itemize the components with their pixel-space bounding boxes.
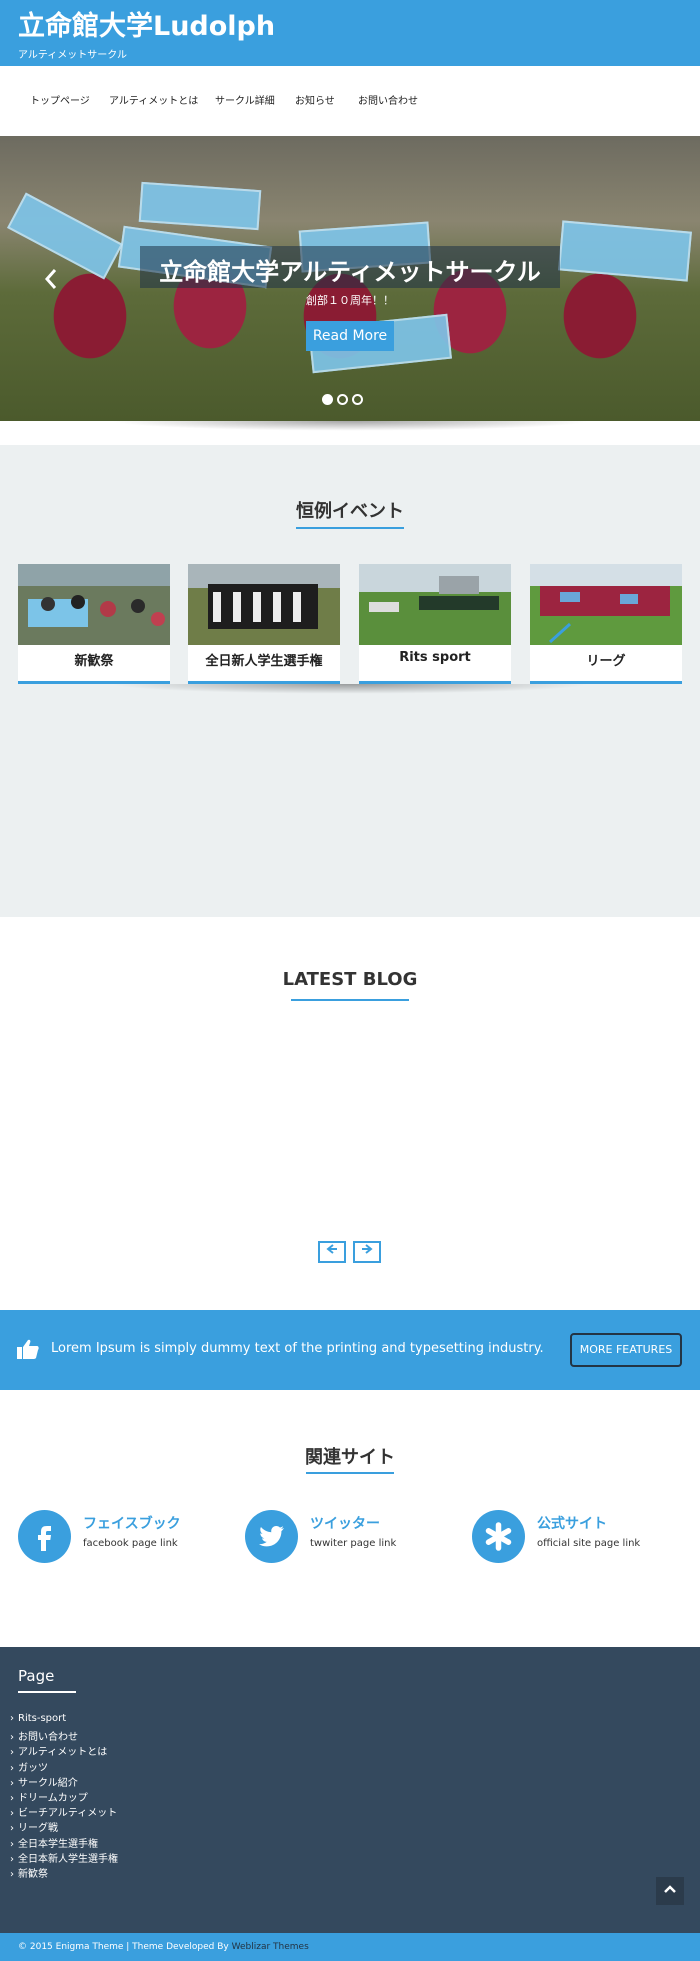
footer-link[interactable]: Rits-sport [10,1713,118,1728]
related-item-twitter[interactable]: ツイッター twwiter page link [245,1510,465,1570]
section-shadow [0,421,700,445]
hero-title: 立命館大学アルティメットサークル [159,258,541,286]
footer-link[interactable]: 全日本新人学生選手権 [10,1850,118,1865]
hero-subtitle: 創部１０周年！！ [306,294,394,307]
event-label: 全日新人学生選手権 [205,654,323,669]
cards-shadow [0,684,700,708]
thumbs-up-icon [17,1339,39,1359]
slider-dot[interactable] [337,394,348,405]
events-title: 恒例イベント [296,501,404,522]
footer-link[interactable]: 新歓祭 [10,1865,118,1880]
related-name[interactable]: 公式サイト [537,1513,607,1533]
facebook-icon[interactable] [18,1510,71,1563]
related-name[interactable]: ツイッター [310,1513,380,1533]
blog-section: LATEST BLOG [0,917,700,1310]
footer-link[interactable]: サークル紹介 [10,1774,118,1789]
main-nav: トップページ アルティメットとは サークル詳細 お知らせ お問い合わせ [0,66,700,136]
footer-title: Page [18,1667,55,1685]
footer-link[interactable]: 全日本学生選手権 [10,1835,118,1850]
blog-title-underline [291,999,409,1001]
arrow-left-icon[interactable] [318,1241,346,1263]
nav-item-news[interactable]: お知らせ [285,86,345,113]
footer-link[interactable]: ビーチアルティメット [10,1804,118,1819]
twitter-icon[interactable] [245,1510,298,1563]
site-header: 立命館大学Ludolph アルティメットサークル [0,0,700,66]
copyright: © 2015 Enigma Theme | Theme Developed By… [18,1942,309,1952]
event-photo [530,564,682,645]
arrow-right-icon[interactable] [353,1241,381,1263]
nav-item-about-ultimate[interactable]: アルティメットとは [99,86,208,113]
more-features-button[interactable]: MORE FEATURES [570,1333,682,1367]
slider-dot[interactable] [322,394,333,405]
cta-bar: Lorem Ipsum is simply dummy text of the … [0,1310,700,1390]
event-card[interactable]: 全日新人学生選手権 [188,564,340,684]
nav-item-circle-details[interactable]: サークル詳細 [205,86,285,113]
footer-link[interactable]: お問い合わせ [10,1728,118,1743]
nav-item-top[interactable]: トップページ [20,86,100,113]
event-photo [188,564,340,645]
cta-text: Lorem Ipsum is simply dummy text of the … [51,1341,544,1356]
footer-title-underline [18,1691,76,1693]
related-name[interactable]: フェイスブック [83,1513,181,1533]
blog-title: LATEST BLOG [282,969,418,990]
footer-link[interactable]: リーグ戦 [10,1819,118,1834]
event-photo [18,564,170,645]
related-desc: official site page link [537,1538,641,1549]
chevron-left-icon[interactable] [44,268,58,296]
hero-slider: 立命館大学アルティメットサークル 創部１０周年！！ Read More [0,136,700,421]
event-label: Rits sport [399,650,471,665]
event-label: リーグ [586,654,626,669]
footer-link[interactable]: ガッツ [10,1759,118,1774]
related-sites-section: 関連サイト フェイスブック facebook page link ツイッター t… [0,1390,700,1647]
footer-links: Rits-sport お問い合わせ アルティメットとは ガッツ サークル紹介 ド… [10,1713,118,1880]
event-photo [359,564,511,645]
site-title[interactable]: 立命館大学Ludolph [18,4,275,43]
slider-dots [322,390,367,409]
related-title: 関連サイト [305,1447,395,1468]
related-item-official[interactable]: 公式サイト official site page link [472,1510,692,1570]
copyright-bar: © 2015 Enigma Theme | Theme Developed By… [0,1933,700,1961]
footer-link[interactable]: アルティメットとは [10,1743,118,1758]
site-footer: Page Rits-sport お問い合わせ アルティメットとは ガッツ サーク… [0,1647,700,1933]
nav-item-contact[interactable]: お問い合わせ [348,86,428,113]
asterisk-icon[interactable] [472,1510,525,1563]
site-tagline: アルティメットサークル [18,50,127,61]
event-label: 新歓祭 [74,654,114,669]
chevron-up-icon[interactable] [656,1877,684,1905]
event-card[interactable]: リーグ [530,564,682,684]
read-more-button[interactable]: Read More [306,321,394,351]
related-title-underline [306,1472,394,1474]
related-desc: twwiter page link [310,1538,397,1549]
footer-link[interactable]: ドリームカップ [10,1789,118,1804]
event-card[interactable]: 新歓祭 [18,564,170,684]
related-desc: facebook page link [83,1538,178,1549]
copyright-text: © 2015 Enigma Theme | Theme Developed By [18,1942,229,1952]
slider-dot[interactable] [352,394,363,405]
event-card[interactable]: Rits sport [359,564,511,684]
events-section: 恒例イベント 新歓祭 全日新人学生選手権 Rits sport リーグ [0,445,700,917]
events-title-underline [296,527,404,529]
copyright-link[interactable]: Weblizar Themes [232,1942,309,1952]
related-item-facebook[interactable]: フェイスブック facebook page link [18,1510,238,1570]
